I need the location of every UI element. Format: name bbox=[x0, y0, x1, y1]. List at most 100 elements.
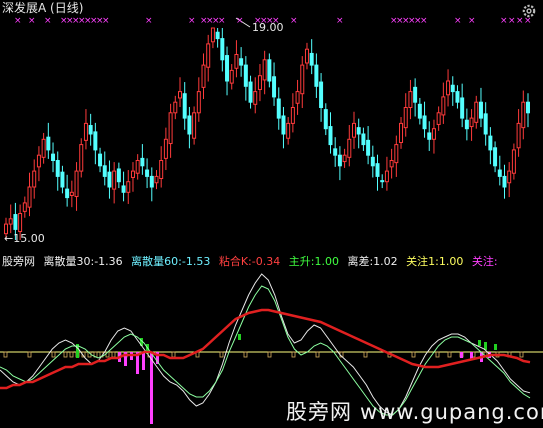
signal-mark: × bbox=[508, 16, 516, 26]
candle-body bbox=[32, 170, 37, 188]
candle-body bbox=[220, 38, 225, 61]
candle-body bbox=[399, 122, 404, 143]
tick-bar bbox=[27, 351, 32, 358]
candle-body bbox=[215, 31, 220, 40]
candle-body bbox=[65, 188, 70, 199]
candle-body bbox=[173, 101, 178, 114]
candle-body bbox=[441, 96, 446, 116]
candle-body bbox=[460, 97, 465, 119]
candle-body bbox=[46, 136, 51, 151]
signal-mark: × bbox=[420, 16, 428, 26]
tick-bar bbox=[447, 351, 452, 358]
candle-body bbox=[323, 109, 328, 130]
candle-body bbox=[502, 175, 507, 188]
candle-body bbox=[196, 91, 201, 114]
gear-icon[interactable] bbox=[521, 3, 537, 19]
tick-bar bbox=[219, 351, 224, 358]
legend-item-3: 主升:1.00 bbox=[289, 255, 339, 268]
tick-bar bbox=[243, 351, 248, 358]
candle-body bbox=[239, 58, 244, 66]
candle-body bbox=[497, 169, 502, 177]
signal-mark: × bbox=[468, 16, 476, 26]
candle-body bbox=[13, 214, 18, 230]
magenta-bar bbox=[142, 352, 145, 370]
legend-label: 离差: bbox=[347, 255, 374, 268]
candle-body bbox=[436, 112, 441, 125]
candle-body bbox=[333, 148, 338, 156]
candle-body bbox=[488, 135, 493, 151]
chart-stage: × × × ×××××××× × × ×××× × ×××× × × ×××××× × × × × × × bbox=[0, 16, 543, 424]
legend-label: 离散量60: bbox=[131, 255, 182, 268]
candle-body bbox=[267, 59, 272, 82]
legend-value: 1.00 bbox=[314, 255, 339, 268]
candle-body bbox=[93, 131, 98, 151]
candle-body bbox=[352, 122, 356, 138]
candle-body bbox=[469, 117, 474, 128]
candle-body bbox=[281, 115, 286, 135]
candle-body bbox=[380, 180, 385, 183]
candle-body bbox=[507, 170, 512, 184]
candle-body bbox=[60, 171, 65, 188]
signal-mark: × bbox=[500, 16, 508, 26]
watermark-text: 股旁网 bbox=[286, 400, 352, 424]
tick-bar bbox=[111, 351, 116, 358]
candle-body bbox=[102, 165, 107, 177]
candle-body bbox=[18, 213, 23, 233]
candle-body bbox=[22, 202, 27, 212]
candle-body bbox=[55, 160, 60, 177]
candle-body bbox=[356, 127, 361, 135]
signal-mark: × bbox=[28, 16, 36, 26]
candle-body bbox=[234, 54, 239, 69]
candle-body bbox=[408, 91, 413, 108]
tick-bar bbox=[171, 351, 176, 358]
series-line-2 bbox=[0, 308, 531, 390]
candle-body bbox=[257, 75, 262, 90]
legend-value: 1.02 bbox=[373, 255, 398, 268]
tick-bar bbox=[435, 351, 440, 358]
candle-body bbox=[276, 98, 281, 119]
candle-body bbox=[243, 64, 248, 87]
candle-body bbox=[521, 101, 526, 129]
candle-body bbox=[178, 91, 182, 99]
candle-body bbox=[248, 81, 253, 103]
candle-body bbox=[262, 59, 267, 81]
candle-body bbox=[516, 122, 521, 149]
candle-body bbox=[107, 171, 112, 188]
candle-body bbox=[493, 147, 498, 167]
candle-body bbox=[41, 138, 46, 158]
candle-body bbox=[286, 122, 291, 139]
candle-body bbox=[413, 86, 418, 103]
candle-body bbox=[394, 144, 399, 164]
signal-mark: × bbox=[14, 16, 22, 26]
candle-body bbox=[342, 154, 347, 163]
legend-value: -1.36 bbox=[94, 255, 123, 268]
green-bar bbox=[478, 340, 481, 346]
legend-label: 粘合K: bbox=[218, 255, 252, 268]
candle-body bbox=[422, 115, 427, 130]
candle-body bbox=[328, 126, 333, 146]
candle-body bbox=[229, 69, 234, 84]
tick-bar bbox=[363, 351, 368, 358]
candle-body bbox=[140, 157, 145, 167]
signal-mark: × bbox=[188, 16, 196, 26]
tick-bar bbox=[411, 351, 416, 358]
low-price-label: ←15.00 bbox=[4, 232, 45, 245]
candle-body bbox=[347, 138, 352, 158]
chart-title: 深发展A (日线) bbox=[2, 1, 84, 15]
candle-body bbox=[290, 107, 295, 124]
signal-mark: × bbox=[290, 16, 298, 26]
legend-item-0: 离散量30:-1.36 bbox=[44, 255, 123, 268]
candle-body bbox=[159, 160, 164, 180]
legend-label: 关注: bbox=[471, 255, 498, 268]
candle-body bbox=[69, 191, 74, 196]
candle-body bbox=[384, 170, 389, 183]
tick-bar bbox=[267, 351, 272, 358]
candle-body bbox=[314, 64, 319, 87]
watermark: 股旁网 www.gupang.com bbox=[286, 396, 543, 426]
legend-value: -1.53 bbox=[181, 255, 211, 268]
main-price-chart[interactable]: × × × ×××××××× × × ×××× × ×××× × × ×××××× × × × × × × bbox=[4, 16, 532, 240]
candle-body bbox=[304, 48, 309, 64]
signal-mark: × bbox=[44, 16, 52, 26]
candle-body bbox=[112, 170, 117, 190]
candle-body bbox=[51, 153, 56, 161]
